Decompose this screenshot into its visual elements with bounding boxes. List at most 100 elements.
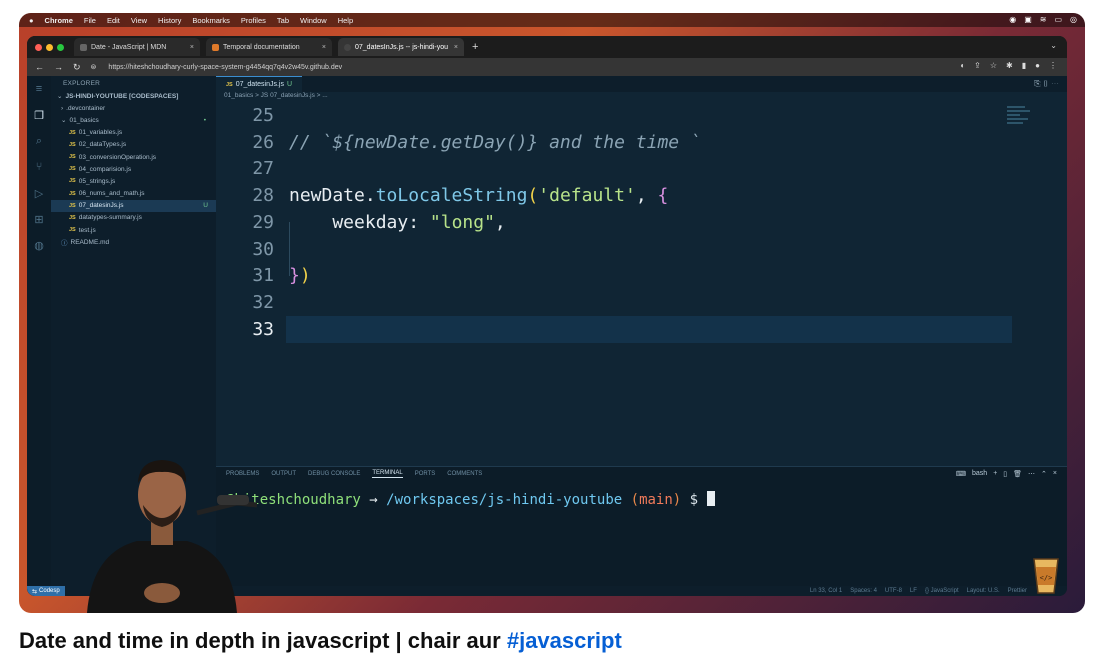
apple-icon[interactable]: ●: [29, 16, 34, 25]
status-item[interactable]: LF: [910, 588, 917, 594]
code-line[interactable]: 27: [216, 155, 1067, 182]
code-line[interactable]: 32: [216, 289, 1067, 316]
sidepanel-icon[interactable]: ▮: [1022, 61, 1026, 70]
tab-mdn[interactable]: Date - JavaScript | MDN ×: [74, 38, 200, 56]
code-editor[interactable]: 25 26 // `${newDate.getDay()} and the time…: [216, 102, 1067, 432]
explorer-item[interactable]: JS 06_nums_and_math.js: [51, 188, 216, 200]
menu-file[interactable]: File: [84, 16, 96, 25]
close-icon[interactable]: ×: [322, 44, 326, 51]
run-debug-icon[interactable]: ▷: [27, 180, 51, 206]
trash-icon[interactable]: 🗑: [1013, 470, 1022, 478]
close-window-icon[interactable]: [35, 43, 42, 51]
panel-tab-ports[interactable]: PORTS: [415, 471, 436, 477]
panel-tab-comments[interactable]: COMMENTS: [447, 471, 482, 477]
profile-avatar-icon[interactable]: ●: [1035, 61, 1040, 70]
lens-icon[interactable]: ◐: [960, 61, 965, 70]
bookmark-star-icon[interactable]: ☆: [990, 61, 997, 70]
more-icon[interactable]: ⋯: [1028, 470, 1035, 478]
code-line[interactable]: 31}): [216, 262, 1067, 289]
battery-icon[interactable]: ▭: [1054, 15, 1062, 24]
menu-history[interactable]: History: [158, 16, 181, 25]
split-editor-icon[interactable]: ⎘ ▯ ⋯: [1034, 79, 1059, 89]
add-terminal-icon[interactable]: +: [993, 470, 997, 478]
chevron-down-icon[interactable]: ⌄: [1050, 41, 1057, 50]
tab-codespace[interactable]: 07_datesInJs.js -- js-hindi-you ×: [338, 38, 464, 56]
remote-indicator[interactable]: ⇆ Codesp: [27, 586, 65, 596]
explorer-item[interactable]: ⓘ README.md: [51, 236, 216, 248]
control-center-icon[interactable]: ◎: [1070, 15, 1077, 24]
status-item[interactable]: Layout: U.S.: [967, 588, 1000, 594]
menu-window[interactable]: Window: [300, 16, 327, 25]
wifi-icon[interactable]: ≋: [1040, 15, 1047, 24]
explorer-item[interactable]: JS 03_conversionOperation.js: [51, 151, 216, 163]
remote-explorer-icon[interactable]: ◍: [27, 232, 51, 258]
reload-icon[interactable]: ↻: [73, 62, 81, 73]
maximize-window-icon[interactable]: [57, 43, 64, 51]
maximize-panel-icon[interactable]: ⌃: [1041, 470, 1047, 478]
shell-label[interactable]: bash: [972, 470, 987, 478]
status-item[interactable]: UTF-8: [885, 588, 902, 594]
code-line[interactable]: 25: [216, 102, 1067, 129]
explorer-item[interactable]: JS 04_comparision.js: [51, 163, 216, 175]
explorer-item[interactable]: ⌄ 01_basics •: [51, 114, 216, 126]
menu-view[interactable]: View: [131, 16, 147, 25]
panel-tab-terminal[interactable]: TERMINAL: [372, 470, 403, 478]
menu-bookmarks[interactable]: Bookmarks: [192, 16, 230, 25]
panel-tab-debug-console[interactable]: DEBUG CONSOLE: [308, 471, 360, 477]
status-item[interactable]: Ln 33, Col 1: [810, 588, 842, 594]
share-icon[interactable]: ⇪: [974, 61, 981, 70]
record-icon[interactable]: ◉: [1009, 15, 1016, 24]
explorer-item[interactable]: › .devcontainer: [51, 102, 216, 114]
site-info-icon[interactable]: ⊜: [91, 63, 97, 71]
menu-edit[interactable]: Edit: [107, 16, 120, 25]
close-icon[interactable]: ×: [454, 44, 458, 51]
explorer-item[interactable]: JS 01_variables.js: [51, 127, 216, 139]
source-control-icon[interactable]: ⑂: [27, 154, 51, 180]
minimap[interactable]: [1007, 104, 1033, 138]
explorer-item[interactable]: JS datatypes-summary.js: [51, 212, 216, 224]
more-icon[interactable]: ⋮: [1049, 61, 1057, 70]
status-item[interactable]: {} JavaScript: [925, 588, 959, 594]
editor-tab-active[interactable]: JS 07_datesinJs.js U: [216, 76, 303, 92]
search-icon[interactable]: ⌕: [27, 128, 51, 154]
explorer-root[interactable]: ⌄ JS-HINDI-YOUTUBE [CODESPACES]: [51, 90, 216, 102]
extensions-icon[interactable]: ⊞: [27, 206, 51, 232]
panel-tab-output[interactable]: OUTPUT: [271, 471, 296, 477]
menu-chrome[interactable]: Chrome: [45, 16, 73, 25]
tab-temporal[interactable]: Temporal documentation ×: [206, 38, 332, 56]
code-line[interactable]: 30: [216, 236, 1067, 263]
explorer-icon[interactable]: ❐: [27, 102, 51, 128]
code-line[interactable]: 33: [216, 315, 1067, 343]
terminal-prompt[interactable]: @hiteshchoudhary → /workspaces/js-hindi-…: [226, 491, 715, 508]
code-line[interactable]: 28 newDate.toLocaleString('default', {: [216, 182, 1067, 209]
video-title[interactable]: Date and time in depth in javascript | c…: [19, 628, 622, 654]
extension-icon[interactable]: ✱: [1006, 61, 1013, 70]
forward-icon[interactable]: →: [54, 62, 63, 72]
screen-icon[interactable]: ▣: [1024, 15, 1032, 24]
code-line[interactable]: 29 weekday: "long",: [216, 209, 1067, 236]
js-file-icon: JS: [226, 81, 233, 88]
minimize-window-icon[interactable]: [46, 43, 53, 51]
url-field[interactable]: https://hiteshchoudhary-curly-space-syst…: [108, 64, 342, 71]
explorer-item[interactable]: JS test.js: [51, 224, 216, 236]
menu-icon[interactable]: ≡: [27, 76, 51, 102]
hashtag-link[interactable]: #javascript: [507, 628, 622, 653]
code-line[interactable]: 26 // `${newDate.getDay()} and the time `: [216, 129, 1067, 156]
split-terminal-icon[interactable]: ▯: [1003, 470, 1007, 478]
explorer-item[interactable]: JS 02_dataTypes.js: [51, 139, 216, 151]
back-icon[interactable]: ←: [35, 62, 44, 72]
menu-help[interactable]: Help: [338, 16, 353, 25]
breadcrumb[interactable]: 01_basics > JS 07_datesinJs.js > ...: [216, 92, 1067, 102]
menu-tab[interactable]: Tab: [277, 16, 289, 25]
explorer-item[interactable]: JS 07_datesinJs.js U: [51, 199, 216, 212]
video-player[interactable]: ● Chrome File Edit View History Bookmark…: [19, 13, 1085, 613]
status-item[interactable]: Spaces: 4: [850, 588, 877, 594]
explorer-item[interactable]: JS 05_strings.js: [51, 175, 216, 187]
close-panel-icon[interactable]: ×: [1053, 470, 1057, 478]
new-tab-button[interactable]: +: [472, 41, 478, 53]
menu-profiles[interactable]: Profiles: [241, 16, 266, 25]
editor-tabs: JS 07_datesinJs.js U ⎘ ▯ ⋯: [216, 76, 1067, 92]
explorer-item-label: 05_strings.js: [78, 177, 116, 185]
status-item[interactable]: Prettier: [1008, 588, 1027, 594]
close-icon[interactable]: ×: [190, 44, 194, 51]
